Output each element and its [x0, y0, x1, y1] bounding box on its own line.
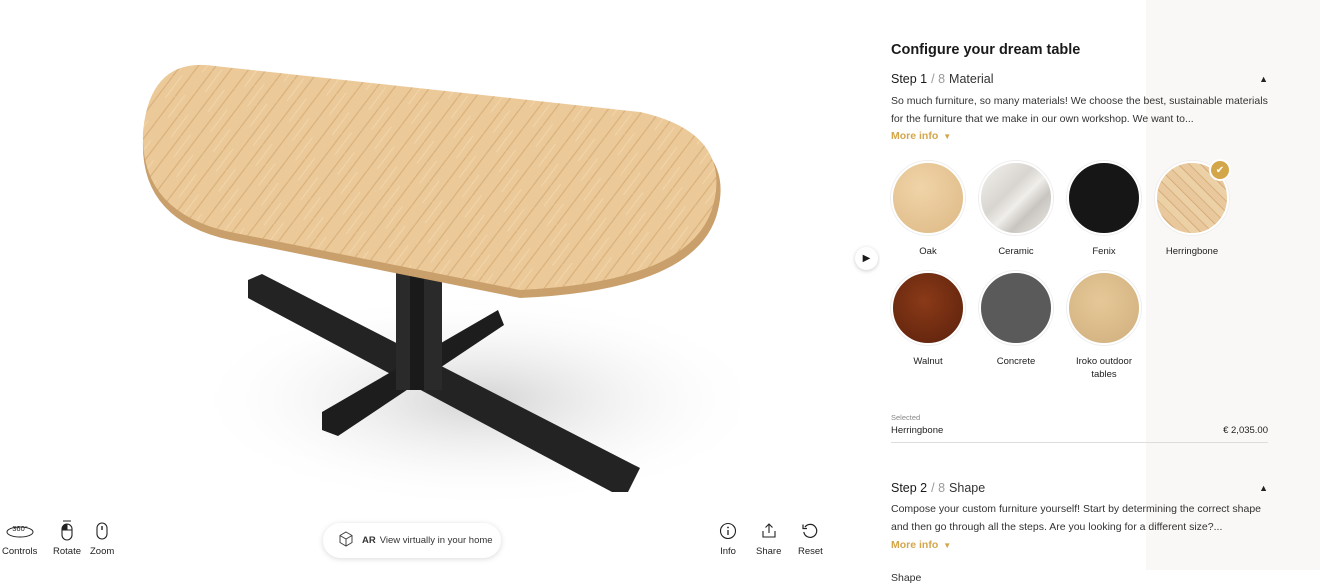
swatch-iroko[interactable]: Iroko outdoor tables	[1064, 271, 1144, 381]
ceramic-swatch-image	[979, 161, 1053, 235]
step-1-more-info[interactable]: More info ▼	[891, 130, 951, 142]
swatch-herringbone[interactable]: ✔ Herringbone	[1152, 159, 1232, 258]
swatch-ceramic[interactable]: Ceramic	[976, 161, 1056, 258]
selected-caption: Selected	[891, 413, 921, 422]
ar-text: View virtually in your home	[379, 535, 493, 546]
controls-label: Controls	[2, 546, 38, 557]
selected-value: Herringbone	[891, 425, 944, 436]
3d-viewer[interactable]: 360° Controls Rotate Zoom AR View virtua…	[0, 0, 880, 587]
swatch-label: Iroko outdoor tables	[1076, 356, 1132, 380]
table-3d-render[interactable]	[120, 40, 740, 510]
ar-view-button[interactable]: AR View virtually in your home	[323, 523, 501, 558]
configurator-page: 360° Controls Rotate Zoom AR View virtua…	[0, 0, 1320, 587]
ar-tag: AR	[362, 535, 376, 546]
shape-section-label: Shape	[891, 572, 922, 584]
info-icon	[719, 520, 737, 542]
ar-cube-icon	[338, 531, 354, 550]
chevron-down-icon: ▼	[943, 541, 952, 550]
swatch-label: Oak	[919, 246, 937, 257]
info-label: Info	[720, 546, 736, 557]
configuration-panel: Configure your dream table Step 1 / 8 Ma…	[880, 0, 1320, 587]
selected-price: € 2,035.00	[1223, 425, 1268, 436]
chevron-down-icon: ▼	[943, 132, 952, 141]
rotate-control[interactable]: Rotate	[53, 520, 81, 557]
swatch-label: Fenix	[1092, 246, 1116, 257]
step-2-name: Shape	[949, 481, 986, 495]
step-2-more-info[interactable]: More info ▼	[891, 539, 951, 551]
swatch-oak[interactable]: Oak	[888, 161, 968, 258]
chevron-right-icon: ▶	[862, 253, 871, 264]
reset-label: Reset	[798, 546, 823, 557]
rotate-label: Rotate	[53, 546, 81, 557]
controls-control[interactable]: 360° Controls	[2, 520, 37, 557]
zoom-control[interactable]: Zoom	[90, 520, 114, 557]
step-1-num: Step 1	[891, 72, 928, 86]
swatch-label: Ceramic	[998, 246, 1034, 257]
step-1-description: So much furniture, so many materials! We…	[891, 95, 1268, 125]
swatch-label: Walnut	[913, 356, 943, 367]
info-button[interactable]: Info	[719, 520, 737, 557]
expand-panel-button[interactable]: ▶	[855, 247, 878, 270]
checkmark-icon: ✔	[1209, 159, 1231, 181]
iroko-swatch-image	[1067, 271, 1141, 345]
swatch-label: Herringbone	[1165, 246, 1219, 257]
mouse-left-click-icon	[60, 520, 74, 542]
walnut-swatch-image	[891, 271, 965, 345]
panel-title: Configure your dream table	[891, 42, 1081, 58]
fenix-swatch-image	[1067, 161, 1141, 235]
more-info-label: More info	[891, 539, 939, 551]
chevron-up-icon[interactable]: ▲	[1259, 483, 1268, 493]
reset-icon	[801, 520, 819, 542]
more-info-label: More info	[891, 130, 939, 142]
mouse-scroll-icon	[95, 520, 109, 542]
share-label: Share	[756, 546, 782, 557]
swatch-fenix[interactable]: Fenix	[1064, 161, 1144, 258]
step-1-header[interactable]: Step 1 / 8 Material ▲	[891, 72, 1268, 86]
step-2-header[interactable]: Step 2 / 8 Shape ▲	[891, 481, 1268, 495]
step-1-total: / 8	[931, 72, 946, 86]
step-2-description: Compose your custom furniture yourself! …	[891, 503, 1262, 533]
swatch-label: Concrete	[996, 356, 1036, 367]
360-icon: 360°	[5, 520, 35, 542]
step-2-total: / 8	[931, 481, 946, 495]
360-text: 360°	[12, 524, 28, 533]
share-icon	[760, 520, 778, 542]
step-2-num: Step 2	[891, 481, 928, 495]
chevron-up-icon[interactable]: ▲	[1259, 74, 1268, 84]
oak-swatch-image	[891, 161, 965, 235]
divider	[891, 442, 1268, 443]
share-button[interactable]: Share	[756, 520, 781, 557]
swatch-walnut[interactable]: Walnut	[888, 271, 968, 368]
reset-button[interactable]: Reset	[798, 520, 823, 557]
concrete-swatch-image	[979, 271, 1053, 345]
zoom-label: Zoom	[90, 546, 115, 557]
swatch-concrete[interactable]: Concrete	[976, 271, 1056, 368]
step-1-name: Material	[949, 72, 994, 86]
